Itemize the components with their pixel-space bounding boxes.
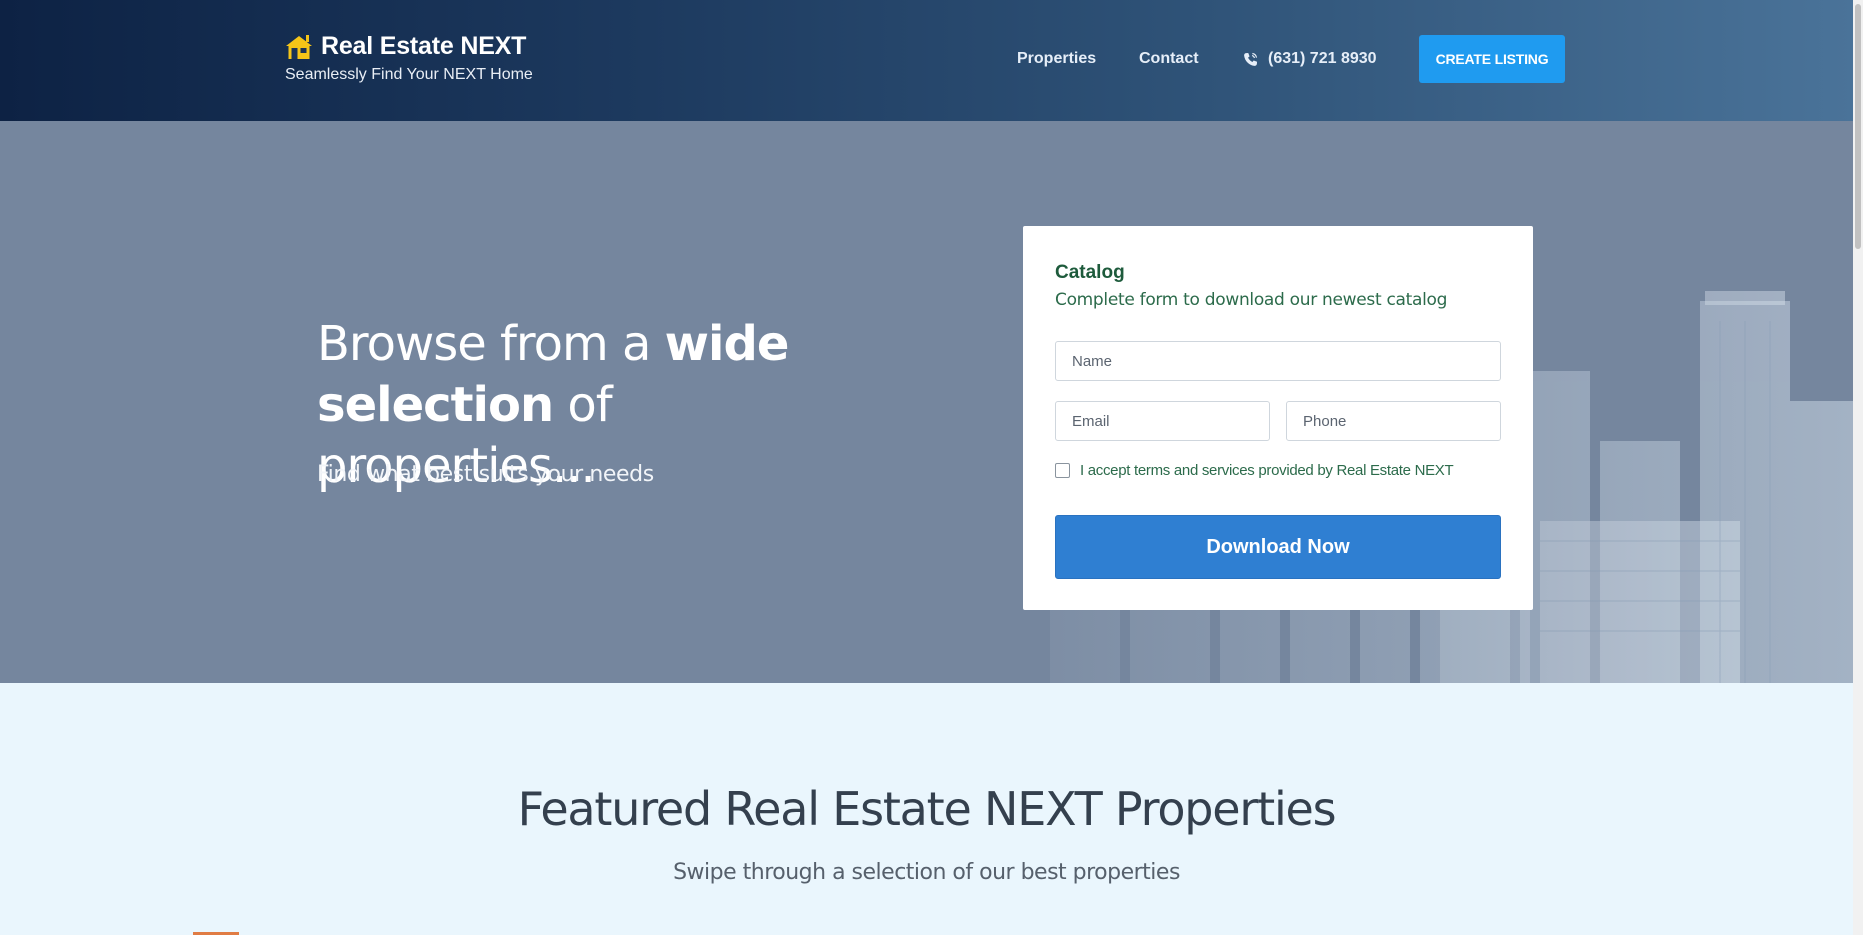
city-skyline-background bbox=[0, 121, 1853, 683]
main-nav: Properties Contact (631) 721 8930 CREATE… bbox=[0, 35, 1853, 83]
name-input[interactable] bbox=[1055, 341, 1501, 381]
hero-heading-bold-2: selection bbox=[317, 377, 554, 433]
site-header: Real Estate NEXT Seamlessly Find Your NE… bbox=[0, 0, 1853, 121]
page-scrollbar[interactable] bbox=[1853, 0, 1863, 935]
phone-icon bbox=[1244, 52, 1258, 66]
hero-section: Browse from a wide selection of propertie… bbox=[0, 121, 1853, 683]
terms-label[interactable]: I accept terms and services provided by … bbox=[1080, 462, 1454, 479]
terms-checkbox[interactable] bbox=[1055, 463, 1070, 478]
catalog-form-card: Catalog Complete form to download our ne… bbox=[1023, 226, 1533, 610]
hero-subheading: Find what best suits your needs bbox=[317, 462, 654, 487]
featured-subtitle: Swipe through a selection of our best pr… bbox=[673, 860, 1180, 885]
email-input[interactable] bbox=[1055, 401, 1270, 441]
phone-number: (631) 721 8930 bbox=[1268, 50, 1377, 67]
hero-heading-text-1: Browse from a bbox=[317, 316, 665, 372]
nav-link-contact[interactable]: Contact bbox=[1139, 50, 1199, 68]
phone-input[interactable] bbox=[1286, 401, 1501, 441]
catalog-subtitle: Complete form to download our newest cat… bbox=[1055, 290, 1448, 310]
nav-link-properties[interactable]: Properties bbox=[1017, 50, 1096, 68]
featured-section: Featured Real Estate NEXT Properties Swi… bbox=[0, 683, 1853, 935]
catalog-title: Catalog bbox=[1055, 262, 1125, 283]
download-now-button[interactable]: Download Now bbox=[1055, 515, 1501, 579]
create-listing-button[interactable]: CREATE LISTING bbox=[1419, 35, 1565, 83]
terms-row: I accept terms and services provided by … bbox=[1055, 462, 1454, 479]
hero-heading-bold-1: wide bbox=[664, 316, 790, 372]
nav-link-phone[interactable]: (631) 721 8930 bbox=[1243, 50, 1377, 68]
featured-title: Featured Real Estate NEXT Properties bbox=[517, 782, 1337, 836]
scrollbar-thumb[interactable] bbox=[1855, 4, 1861, 249]
